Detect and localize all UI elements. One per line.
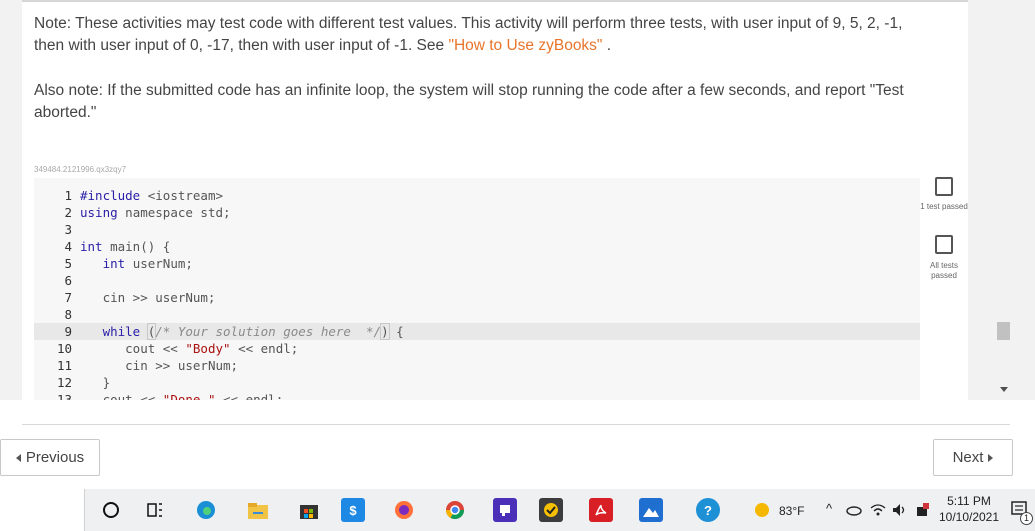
- line-number: 4: [64, 239, 72, 254]
- money-app-icon[interactable]: $: [341, 498, 365, 522]
- line-number: 11: [56, 358, 72, 373]
- infinite-loop-note: Also note: If the submitted code has an …: [34, 82, 904, 121]
- activity-content: Note: These activities may test code wit…: [0, 0, 1035, 400]
- line-number: 12: [56, 375, 72, 390]
- update-flag-icon[interactable]: [910, 498, 934, 522]
- activity-panel: Note: These activities may test code wit…: [22, 2, 968, 400]
- code-line[interactable]: 12 }: [34, 374, 920, 391]
- code-line[interactable]: 4 int main() {: [34, 238, 920, 255]
- next-label: Next: [952, 449, 984, 466]
- code-line[interactable]: 11 cin >> userNum;: [34, 357, 920, 374]
- cortana-icon[interactable]: [99, 498, 123, 522]
- line-number: 13: [56, 392, 72, 400]
- first-test-label: 1 test passed: [920, 202, 968, 211]
- line-number: 6: [64, 273, 72, 288]
- chat-app-icon[interactable]: [493, 498, 517, 522]
- code-line[interactable]: 2 using namespace std;: [34, 204, 920, 221]
- chrome-icon[interactable]: [443, 498, 467, 522]
- edge-browser-icon[interactable]: [194, 498, 218, 522]
- line-number: 8: [64, 307, 72, 322]
- show-hidden-icons-chevron-icon[interactable]: ^: [826, 501, 832, 516]
- previous-label: Previous: [25, 449, 85, 466]
- line-number: 10: [56, 341, 72, 356]
- code-line[interactable]: 6: [34, 272, 920, 289]
- line-number: 3: [64, 222, 72, 237]
- task-view-icon[interactable]: [143, 498, 167, 522]
- taskbar-search-box[interactable]: [0, 489, 85, 531]
- photos-icon[interactable]: [639, 498, 663, 522]
- taskbar-clock[interactable]: 5:11 PM 10/10/2021: [934, 493, 1004, 525]
- previous-button[interactable]: Previous: [0, 439, 100, 476]
- line-number: 9: [64, 324, 72, 339]
- scrollbar-thumb[interactable]: [997, 322, 1010, 340]
- footer-divider: [22, 424, 1010, 425]
- wifi-icon[interactable]: [866, 498, 890, 522]
- clock-time: 5:11 PM: [947, 494, 991, 508]
- line-number: 7: [64, 290, 72, 305]
- code-line[interactable]: 3: [34, 221, 920, 238]
- test-values-note: Note: These activities may test code wit…: [34, 13, 934, 57]
- windows-taskbar: $ ? 83°F ^ 5:11 PM 10/10/2021 1: [0, 489, 1035, 531]
- norton-check-icon[interactable]: [539, 498, 563, 522]
- file-explorer-icon[interactable]: [246, 498, 270, 522]
- code-line[interactable]: 8: [34, 306, 920, 323]
- weather-sun-icon: [750, 498, 774, 522]
- code-line[interactable]: 1 #include <iostream>: [34, 187, 920, 204]
- code-line[interactable]: 13 cout << "Done." << endl;: [34, 391, 920, 400]
- weather-temperature[interactable]: 83°F: [779, 504, 804, 518]
- onedrive-icon[interactable]: [842, 498, 866, 522]
- next-button[interactable]: Next: [933, 439, 1013, 476]
- notification-badge: 1: [1020, 512, 1033, 525]
- volume-icon[interactable]: [888, 498, 912, 522]
- left-caret-icon: [15, 453, 21, 462]
- code-line[interactable]: 5 int userNum;: [34, 255, 920, 272]
- acrobat-icon[interactable]: [589, 498, 613, 522]
- code-editor[interactable]: 1 #include <iostream> 2 using namespace st…: [34, 178, 920, 400]
- line-number: 2: [64, 205, 72, 220]
- all-tests-label: All tests passed: [929, 261, 958, 280]
- scroll-down-arrow[interactable]: [1000, 387, 1008, 392]
- line-number: 5: [64, 256, 72, 271]
- right-caret-icon: [988, 453, 994, 462]
- lab-id: 349484.2121996.qx3zqy7: [34, 165, 127, 174]
- first-test-checkbox: [935, 177, 953, 196]
- code-line-active[interactable]: 9 while (/* Your solution goes here */) …: [34, 323, 920, 340]
- all-tests-checkbox: [935, 235, 953, 254]
- code-line[interactable]: 7 cin >> userNum;: [34, 289, 920, 306]
- firefox-icon[interactable]: [392, 498, 416, 522]
- clock-date: 10/10/2021: [938, 510, 1000, 524]
- line-number: 1: [64, 188, 72, 203]
- help-icon[interactable]: ?: [696, 498, 720, 522]
- how-to-use-zybooks-link[interactable]: "How to Use zyBooks": [448, 37, 602, 54]
- code-line[interactable]: 10 cout << "Body" << endl;: [34, 340, 920, 357]
- microsoft-store-icon[interactable]: [297, 498, 321, 522]
- note1-end: .: [602, 37, 612, 54]
